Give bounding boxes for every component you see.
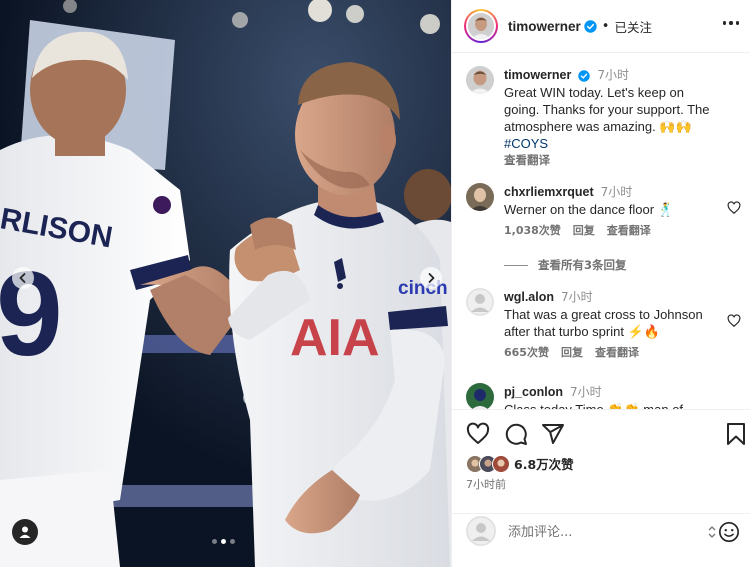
post-header: timowerner • 已关注 [452, 0, 750, 53]
comments-list[interactable]: timowerner 7小时 Great WIN today. Let's ke… [452, 54, 750, 409]
caption-time: 7小时 [597, 68, 629, 82]
chevron-left-icon [19, 273, 26, 283]
verified-badge-icon [578, 69, 591, 82]
comment-time: 7小时 [600, 185, 633, 199]
post-timestamp: 7小时前 [466, 478, 506, 491]
carousel-dot [230, 539, 235, 544]
svg-text:AIA: AIA [290, 309, 380, 367]
share-icon[interactable] [541, 422, 565, 446]
author-avatar-story-ring[interactable] [464, 9, 498, 43]
caption-username[interactable]: timowerner [504, 68, 571, 82]
post-actions: 6.8万次赞 7小时前 [452, 409, 750, 513]
comment-username[interactable]: chxrliemxrquet [504, 185, 594, 199]
comment-username[interactable]: pj_conlon [504, 385, 563, 399]
football-celebration-photo: K 9 RLISON cinch [0, 0, 451, 567]
user-tag-icon [19, 526, 31, 538]
verified-badge-icon [584, 19, 597, 33]
caption-line: going. Thanks for your support. The [504, 102, 710, 117]
likes-summary[interactable]: 6.8万次赞 [466, 454, 574, 473]
comment-time: 7小时 [570, 385, 602, 399]
see-translation-link[interactable]: 查看翻译 [595, 344, 639, 361]
sort-icon [708, 526, 716, 538]
comment-username[interactable]: wgl.alon [504, 290, 554, 304]
avatar[interactable] [466, 183, 494, 211]
caption-line: Great WIN today. Let's keep on [504, 85, 684, 100]
view-replies-button[interactable]: 查看所有3条回复 [504, 257, 627, 273]
comment-icon[interactable] [504, 422, 528, 446]
carousel-dot [212, 539, 217, 544]
comment-input[interactable] [508, 525, 698, 540]
heart-icon[interactable] [466, 422, 490, 446]
bookmark-icon[interactable] [726, 422, 746, 446]
hashtag-link[interactable]: #COYS [504, 135, 726, 152]
carousel-indicator [212, 539, 235, 544]
reply-button[interactable]: 回复 [561, 344, 583, 361]
comment-text: Werner on the dance floor 🕺 [504, 202, 674, 217]
view-replies-label: 查看所有3条回复 [538, 258, 627, 272]
avatar [466, 516, 496, 546]
svg-text:9: 9 [0, 247, 63, 381]
see-translation-link[interactable]: 查看翻译 [607, 222, 651, 239]
avatar [468, 13, 494, 39]
next-slide-button[interactable] [420, 267, 442, 289]
more-options-icon[interactable] [719, 17, 744, 29]
comment-text: Class today Timo 👏👏 man of [504, 401, 726, 409]
see-translation-link[interactable]: 查看翻译 [504, 152, 726, 169]
caption-line: atmosphere was amazing. 🙌🙌 [504, 119, 692, 134]
emoji-icon[interactable] [718, 521, 740, 543]
following-button[interactable]: 已关注 [614, 17, 652, 36]
heart-icon[interactable] [727, 314, 741, 328]
reply-button[interactable]: 回复 [573, 222, 595, 239]
heart-icon[interactable] [727, 201, 741, 215]
avatar [492, 454, 510, 473]
previous-slide-button[interactable] [12, 267, 34, 289]
header-separator: • [601, 18, 610, 34]
comment-text: That was a great cross to Johnson [504, 307, 703, 322]
comment-likes[interactable]: 1,038次赞 [504, 222, 561, 239]
carousel-dot-active [221, 539, 226, 544]
avatar[interactable] [466, 288, 494, 316]
tagged-users-button[interactable] [12, 519, 38, 545]
comment-likes[interactable]: 665次赞 [504, 344, 549, 361]
comment-text: after that turbo sprint ⚡🔥 [504, 324, 660, 339]
author-username[interactable]: timowerner [508, 19, 581, 34]
chevron-right-icon [428, 273, 435, 283]
avatar[interactable] [466, 383, 494, 409]
add-comment-bar [452, 513, 750, 567]
avatar[interactable] [466, 66, 494, 94]
comment-time: 7小时 [560, 290, 593, 304]
post-sidebar: timowerner • 已关注 timowerner 7小时 Great WI… [451, 0, 750, 567]
likes-count[interactable]: 6.8万次赞 [514, 454, 574, 473]
post-image: K 9 RLISON cinch [0, 0, 451, 567]
